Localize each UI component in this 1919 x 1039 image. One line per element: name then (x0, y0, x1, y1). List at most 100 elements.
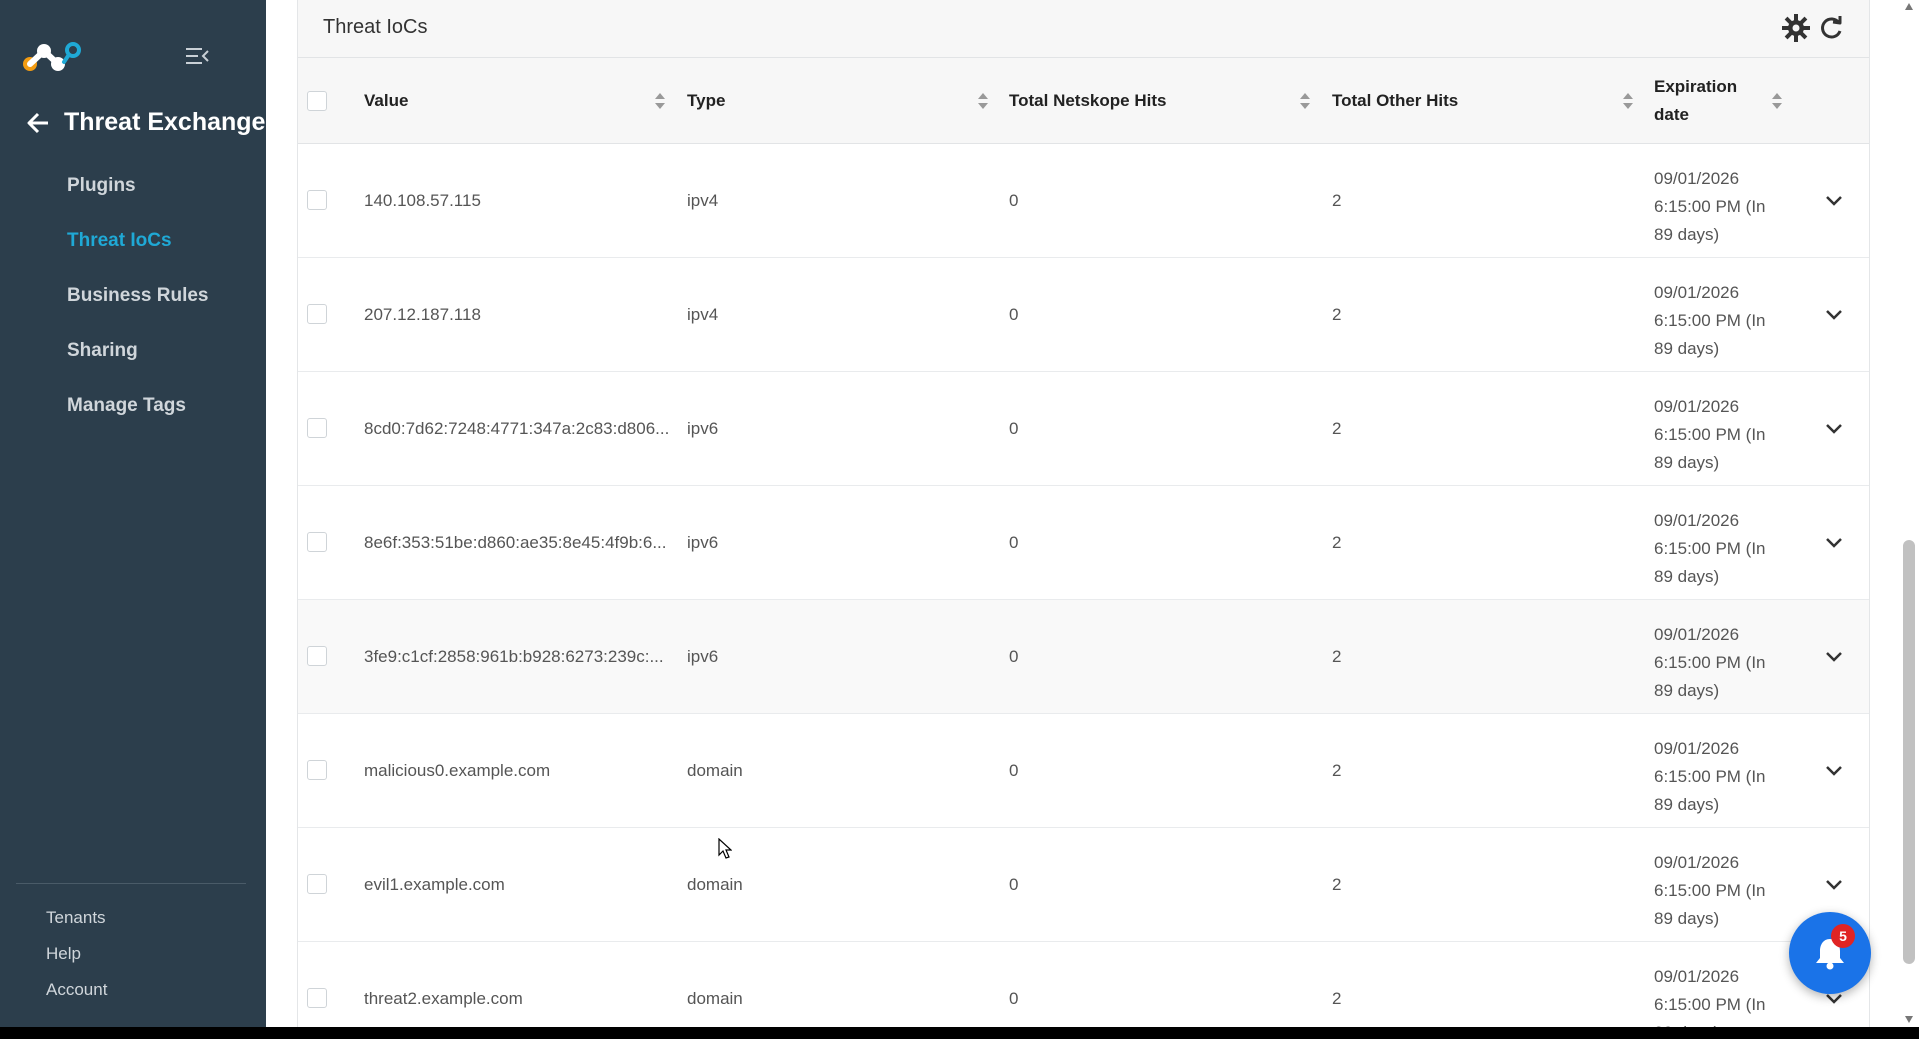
scrollbar-thumb[interactable] (1903, 540, 1915, 964)
cell-type: domain (687, 760, 743, 780)
column-label-value: Value (364, 91, 409, 110)
arrow-left-icon (27, 112, 48, 133)
cell-type: ipv6 (687, 532, 719, 552)
cell-type: ipv4 (687, 304, 719, 324)
back-to-threat-exchange[interactable]: Threat Exchange (26, 108, 265, 137)
sort-icon[interactable] (977, 91, 989, 111)
cell-value: 8e6f:353:51be:d860:ae35:8e45:4f9b:6... (364, 532, 667, 552)
table-row[interactable]: threat2.example.com domain 0 2 09/01/2026 6:… (298, 942, 1869, 1027)
column-label-expiration-line2: date (1654, 105, 1689, 124)
sort-icon[interactable] (1622, 91, 1634, 111)
table-header: Value Type Total Netskope Hits Total Oth… (298, 58, 1869, 144)
cell-type: domain (687, 874, 743, 894)
cell-netskope-hits: 0 (1009, 190, 1019, 210)
cell-expiration: 09/01/2026 6:15:00 PM (In 89 days) (1654, 397, 1766, 472)
sort-icon[interactable] (654, 91, 666, 111)
sidebar-bottom-nav: Tenants Help Account (46, 904, 107, 1012)
row-checkbox[interactable] (307, 532, 327, 552)
chevron-down-icon[interactable] (1824, 650, 1844, 664)
sort-icon[interactable] (1771, 91, 1783, 111)
refresh-icon[interactable] (1817, 14, 1845, 42)
column-header-netskope-hits[interactable]: Total Netskope Hits (1009, 58, 1324, 144)
chevron-down-icon[interactable] (1824, 194, 1844, 208)
sidebar-item-sharing[interactable]: Sharing (67, 333, 209, 388)
cell-netskope-hits: 0 (1009, 874, 1019, 894)
cell-netskope-hits: 0 (1009, 760, 1019, 780)
cell-value: evil1.example.com (364, 874, 505, 894)
row-checkbox[interactable] (307, 418, 327, 438)
cell-other-hits: 2 (1332, 304, 1342, 324)
row-checkbox[interactable] (307, 760, 327, 780)
table-row[interactable]: evil1.example.com domain 0 2 09/01/2026 6:15… (298, 828, 1869, 942)
cell-expiration: 09/01/2026 6:15:00 PM (In 89 days) (1654, 967, 1766, 1027)
sidebar-item-business-rules[interactable]: Business Rules (67, 278, 209, 333)
chevron-down-icon[interactable] (1824, 422, 1844, 436)
gear-icon[interactable] (1782, 14, 1810, 42)
cell-value: malicious0.example.com (364, 760, 551, 780)
column-label-type: Type (687, 91, 726, 110)
cell-expiration: 09/01/2026 6:15:00 PM (In 89 days) (1654, 511, 1766, 586)
scroll-down-arrow-icon[interactable] (1904, 1014, 1914, 1024)
sidebar-item-account[interactable]: Account (46, 976, 107, 1012)
sidebar-title: Threat Exchange (64, 108, 266, 136)
column-header-type[interactable]: Type (687, 58, 1002, 144)
chevron-down-icon[interactable] (1824, 764, 1844, 778)
column-label-other-hits: Total Other Hits (1332, 91, 1459, 110)
column-header-other-hits[interactable]: Total Other Hits (1332, 58, 1647, 144)
cell-expiration: 09/01/2026 6:15:00 PM (In 89 days) (1654, 853, 1766, 928)
column-label-expiration-line1: Expiration (1654, 77, 1738, 96)
cell-netskope-hits: 0 (1009, 646, 1019, 666)
page-title: Threat IoCs (323, 16, 428, 38)
row-checkbox[interactable] (307, 646, 327, 666)
cell-type: domain (687, 988, 743, 1008)
select-all-checkbox[interactable] (307, 91, 327, 111)
table-row[interactable]: malicious0.example.com domain 0 2 09/01/2026… (298, 714, 1869, 828)
row-checkbox[interactable] (307, 988, 327, 1008)
row-checkbox[interactable] (307, 304, 327, 324)
table-row[interactable]: 140.108.57.115 ipv4 0 2 09/01/2026 6:15:00 P… (298, 144, 1869, 258)
cell-value: 3fe9:c1cf:2858:961b:b928:6273:239c:... (364, 646, 664, 666)
cell-value: 140.108.57.115 (364, 190, 481, 210)
sidebar-divider (16, 883, 246, 884)
cell-other-hits: 2 (1332, 190, 1342, 210)
sidebar-item-threat-iocs[interactable]: Threat IoCs (67, 223, 209, 278)
sidebar-item-tenants[interactable]: Tenants (46, 904, 107, 940)
collapse-menu-icon[interactable] (184, 45, 210, 67)
row-checkbox[interactable] (307, 190, 327, 210)
sidebar-nav: Plugins Threat IoCs Business Rules Shari… (67, 168, 209, 443)
table-row[interactable]: 207.12.187.118 ipv4 0 2 09/01/2026 6:15:00 P… (298, 258, 1869, 372)
chevron-down-icon[interactable] (1824, 536, 1844, 550)
mouse-cursor-icon (718, 838, 732, 859)
notification-count-badge: 5 (1831, 924, 1855, 948)
cell-other-hits: 2 (1332, 760, 1342, 780)
cell-other-hits: 2 (1332, 532, 1342, 552)
cell-value: threat2.example.com (364, 988, 523, 1008)
cell-expiration: 09/01/2026 6:15:00 PM (In 89 days) (1654, 283, 1766, 358)
cell-value: 8cd0:7d62:7248:4771:347a:2c83:d806... (364, 418, 670, 438)
column-label-expiration: Expiration date (1654, 73, 1737, 129)
column-header-value[interactable]: Value (364, 58, 679, 144)
cell-value: 207.12.187.118 (364, 304, 481, 324)
sort-icon[interactable] (1299, 91, 1311, 111)
cell-expiration: 09/01/2026 6:15:00 PM (In 89 days) (1654, 169, 1766, 244)
table-row[interactable]: 8cd0:7d62:7248:4771:347a:2c83:d806... ipv… (298, 372, 1869, 486)
chevron-down-icon[interactable] (1824, 308, 1844, 322)
chevron-down-icon[interactable] (1824, 878, 1844, 892)
column-header-expiration[interactable]: Expiration date (1654, 58, 1794, 144)
cell-type: ipv6 (687, 418, 719, 438)
scrollbar[interactable] (1899, 0, 1919, 1027)
cell-netskope-hits: 0 (1009, 532, 1019, 552)
notifications-button[interactable] (1789, 912, 1871, 994)
sidebar: Threat Exchange Plugins Threat IoCs Busi… (0, 0, 266, 1027)
cell-netskope-hits: 0 (1009, 304, 1019, 324)
cell-other-hits: 2 (1332, 418, 1342, 438)
sidebar-item-help[interactable]: Help (46, 940, 107, 976)
cell-netskope-hits: 0 (1009, 418, 1019, 438)
table-row[interactable]: 8e6f:353:51be:d860:ae35:8e45:4f9b:6... ip… (298, 486, 1869, 600)
table-row[interactable]: 3fe9:c1cf:2858:961b:b928:6273:239c:... ip… (298, 600, 1869, 714)
netskope-logo[interactable] (22, 40, 84, 74)
sidebar-item-plugins[interactable]: Plugins (67, 168, 209, 223)
scroll-up-arrow-icon[interactable] (1904, 2, 1914, 12)
sidebar-item-manage-tags[interactable]: Manage Tags (67, 388, 209, 443)
row-checkbox[interactable] (307, 874, 327, 894)
